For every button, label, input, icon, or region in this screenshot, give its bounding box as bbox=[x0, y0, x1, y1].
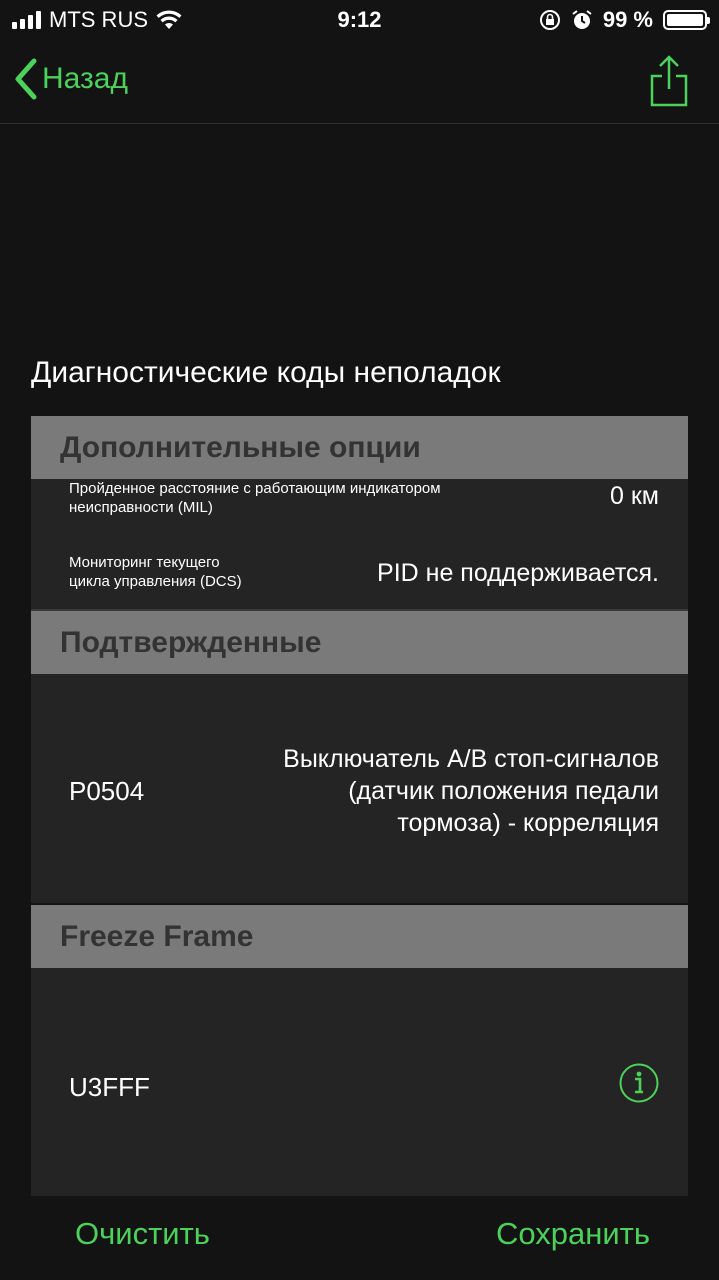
row-label: Пройденное расстояние с работающим индик… bbox=[69, 479, 441, 517]
freeze-frame-code: U3FFF bbox=[69, 1072, 150, 1102]
save-button[interactable]: Сохранить bbox=[496, 1216, 650, 1252]
table-row-dcs-monitoring: Мониторинг текущего цикла управления (DC… bbox=[31, 543, 688, 609]
status-right: 99 % bbox=[539, 7, 710, 33]
alarm-icon bbox=[572, 10, 592, 29]
orientation-lock-icon bbox=[539, 10, 560, 30]
back-label: Назад bbox=[42, 62, 128, 95]
clear-button[interactable]: Очистить bbox=[75, 1216, 210, 1252]
dtc-table: Дополнительные опции Пройденное расстоян… bbox=[31, 416, 688, 1196]
info-icon[interactable] bbox=[619, 1063, 659, 1103]
back-button[interactable]: Назад bbox=[14, 58, 128, 100]
page-title: Диагностические коды неполадок bbox=[31, 356, 501, 389]
battery-icon bbox=[663, 10, 710, 30]
table-row-freeze-frame[interactable]: U3FFF bbox=[31, 968, 688, 1196]
dtc-description: Выключатель A/B стоп-сигналов (датчик по… bbox=[199, 743, 659, 839]
row-label-line: неисправности (MIL) bbox=[69, 499, 213, 516]
section-header-additional: Дополнительные опции bbox=[31, 416, 688, 479]
table-row-mil-distance: Пройденное расстояние с работающим индик… bbox=[31, 479, 688, 543]
dtc-description-line: Выключатель A/B стоп-сигналов bbox=[283, 745, 659, 773]
share-icon[interactable] bbox=[649, 54, 689, 108]
status-bar: MTS RUS 9:12 99 % bbox=[0, 0, 719, 40]
battery-fill bbox=[667, 14, 703, 26]
chevron-left-icon bbox=[15, 58, 37, 100]
bottom-toolbar: Очистить Сохранить bbox=[0, 1196, 719, 1280]
dtc-description-line: тормоза) - корреляция bbox=[397, 809, 659, 837]
dtc-description-line: (датчик положения педали bbox=[348, 777, 659, 805]
row-value: 0 км bbox=[610, 482, 659, 510]
section-header-confirmed: Подтвержденные bbox=[31, 611, 688, 674]
row-label-line: Мониторинг текущего bbox=[69, 554, 220, 571]
row-label-line: цикла управления (DCS) bbox=[69, 573, 242, 590]
battery-percent: 99 % bbox=[602, 7, 653, 32]
table-row-dtc[interactable]: P0504 Выключатель A/B стоп-сигналов (дат… bbox=[31, 674, 688, 903]
navigation-bar: Назад bbox=[0, 40, 719, 124]
row-label-line: Пройденное расстояние с работающим индик… bbox=[69, 480, 441, 497]
row-label: Мониторинг текущего цикла управления (DC… bbox=[69, 553, 242, 591]
row-value: PID не поддерживается. bbox=[377, 559, 659, 587]
dtc-code: P0504 bbox=[69, 776, 145, 806]
section-header-freeze-frame: Freeze Frame bbox=[31, 905, 688, 968]
